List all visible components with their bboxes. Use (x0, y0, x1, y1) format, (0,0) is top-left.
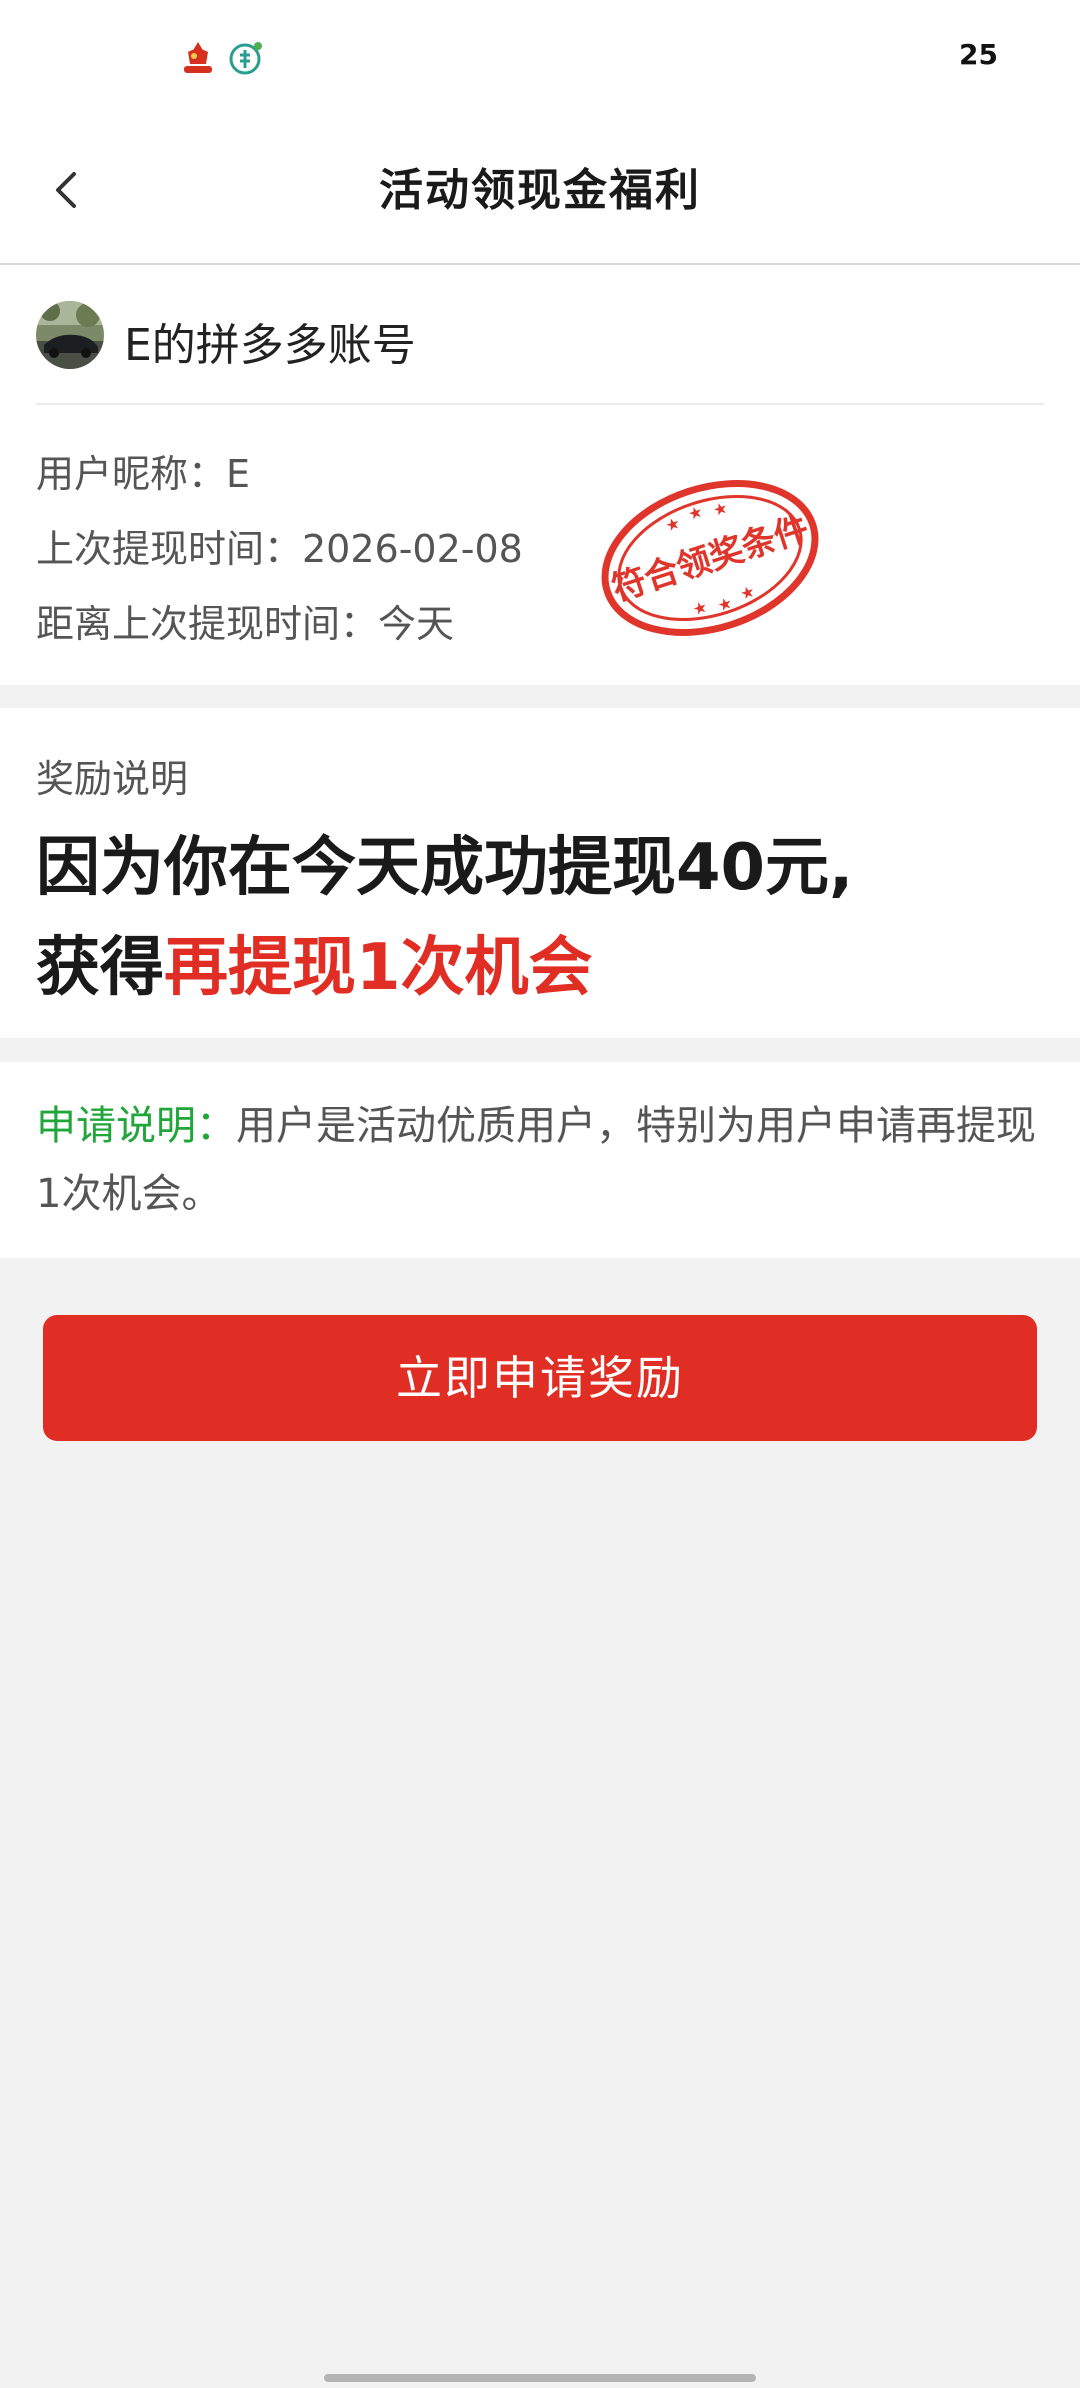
apply-description: 申请说明：用户是活动优质用户，特别为用户申请再提现1次机会。 (36, 1092, 1046, 1228)
status-bar: 25 (0, 0, 1080, 120)
account-card: E的拼多多账号 用户昵称：E 上次提现时间：2026-02-08 距离上次提现时… (0, 265, 1080, 685)
nickname-line: 用户昵称：E (36, 452, 251, 496)
apply-reward-button[interactable]: 立即申请奖励 (43, 1315, 1037, 1441)
svg-text:★: ★ (711, 498, 731, 521)
leaf-icon (226, 38, 266, 78)
eligibility-stamp: 符合领奖条件 ★ ★ ★ ★ ★ ★ (590, 470, 830, 645)
reward-label: 奖励说明 (36, 757, 189, 801)
account-name: E的拼多多账号 (124, 320, 416, 371)
nav-bar: 活动领现金福利 (0, 120, 1080, 265)
status-time: 25 (959, 38, 998, 71)
svg-text:★: ★ (663, 513, 683, 536)
reward-highlight: 再提现1次机会 (164, 931, 593, 1005)
svg-text:★: ★ (690, 597, 710, 620)
apply-description-card: 申请说明：用户是活动优质用户，特别为用户申请再提现1次机会。 (0, 1062, 1080, 1258)
last-withdraw-line: 上次提现时间：2026-02-08 (36, 527, 523, 571)
divider (36, 403, 1044, 405)
reward-card: 奖励说明 因为你在今天成功提现40元, 获得再提现1次机会 (0, 708, 1080, 1038)
app-notification-icon (178, 38, 218, 78)
home-indicator[interactable] (324, 2374, 756, 2382)
reward-line-2-prefix: 获得 (36, 931, 164, 1005)
apply-label: 申请说明： (36, 1103, 236, 1149)
avatar (36, 301, 104, 369)
since-last-withdraw-line: 距离上次提现时间：今天 (36, 602, 455, 646)
page-title: 活动领现金福利 (379, 165, 701, 216)
svg-text:★: ★ (686, 502, 706, 525)
reward-line-2: 获得再提现1次机会 (36, 916, 593, 1008)
reward-line-1: 因为你在今天成功提现40元, (36, 831, 854, 905)
